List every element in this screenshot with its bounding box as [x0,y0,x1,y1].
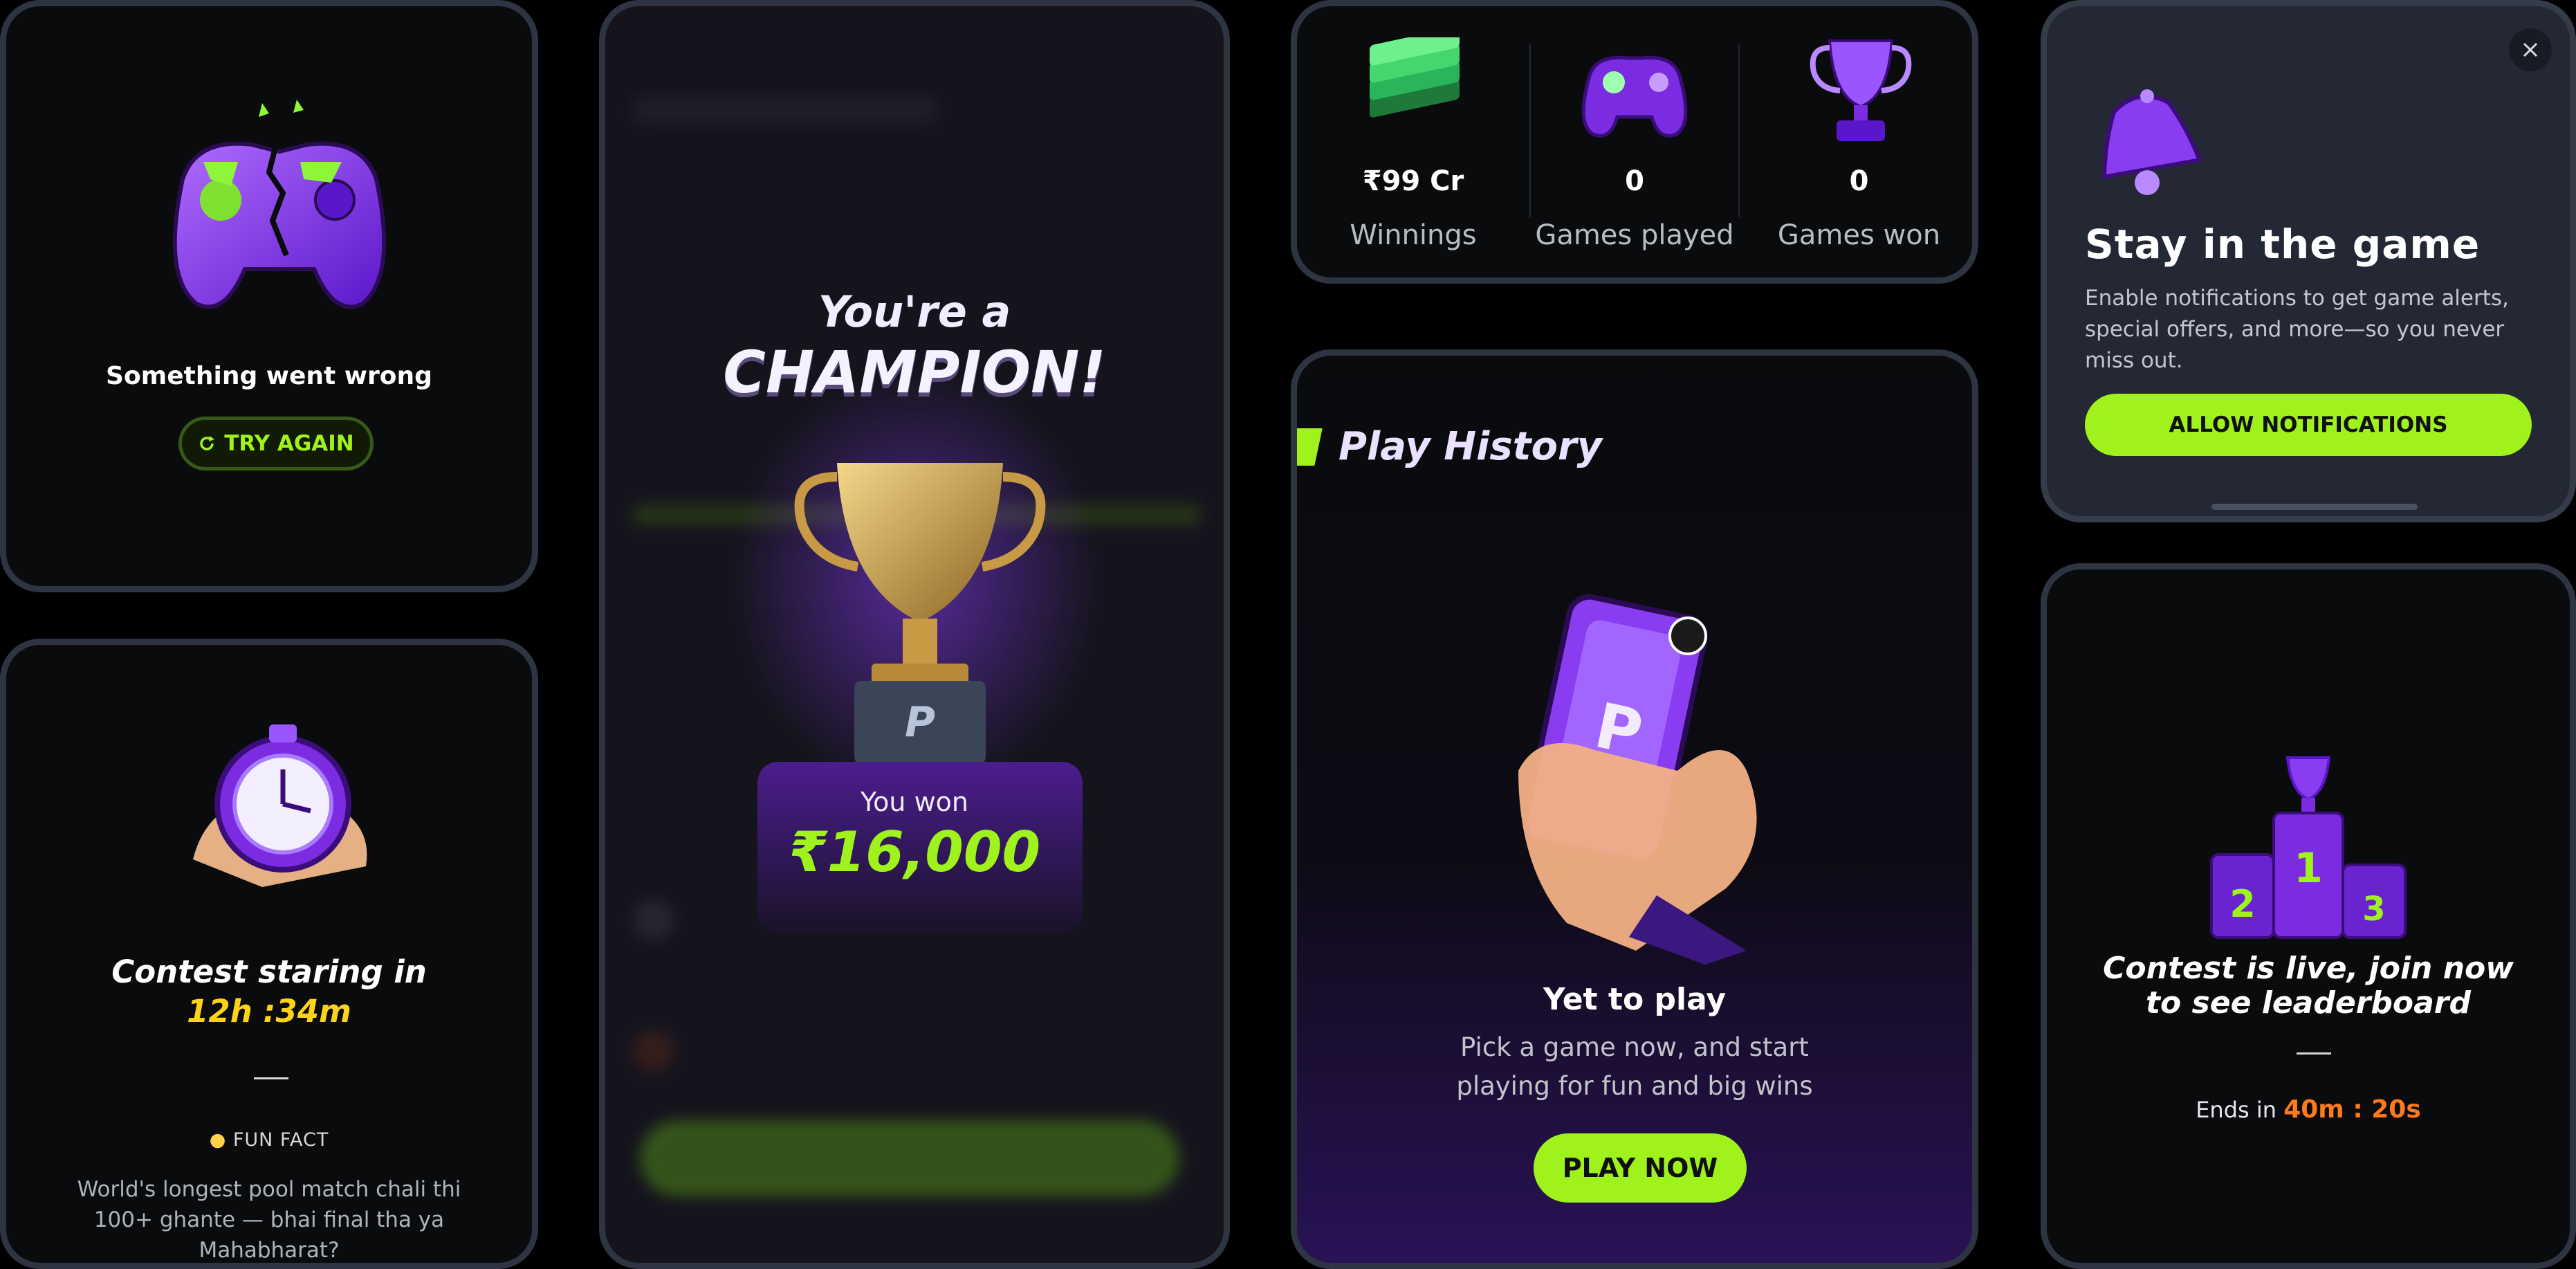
won-amount: ₹16,000 [788,820,1041,884]
play-history-card: Play History P Yet to play Pick a game n… [1291,349,1978,1269]
allow-notifications-button[interactable]: ALLOW NOTIFICATIONS [2085,394,2532,456]
fun-fact-heading: ● FUN FACT [6,1129,532,1151]
stat-winnings: ₹99 Cr Winnings [1297,6,1529,277]
stopwatch-icon [193,724,367,887]
svg-text:P: P [905,698,935,747]
sheet-handle[interactable] [2211,504,2418,510]
close-icon [2523,42,2538,57]
leaderboard-card: 2 1 3 Contest is live, join now to see l… [2041,563,2576,1269]
champion-card: You're a CHAMPION! P You won ₹16,000 [599,0,1230,1269]
divider [2297,1052,2331,1055]
stat-value: ₹99 Cr [1362,165,1464,197]
stat-value: 0 [1849,165,1869,197]
sheet-title: Stay in the game [2085,221,2481,268]
champion-line2: CHAMPION! [723,338,1106,406]
podium-first: 1 [2294,844,2323,893]
money-stack-icon [1370,37,1460,118]
trophy-icon [1810,39,1912,141]
phone-in-hand-icon: P [1518,594,1757,965]
leaderboard-title: Contest is live, join now to see leaderb… [2103,951,2514,1021]
sheet-desc: Enable notifications to get game alerts,… [2085,286,2509,373]
stat-games-won: 0 Games won [1740,6,1972,277]
refresh-icon [200,436,215,450]
notification-sheet: Stay in the game Enable notifications to… [2041,0,2576,522]
stat-label: Games played [1535,219,1734,251]
broken-gamepad-icon [172,100,387,309]
empty-state-title: Yet to play [1543,982,1727,1017]
stat-label: Games won [1777,219,1941,251]
trophy-icon: P [794,463,1046,764]
play-history-title: Play History [1338,424,1603,469]
ends-in-value: 40m : 20s [2283,1095,2421,1124]
try-again-label: TRY AGAIN [224,431,354,456]
stat-value: 0 [1625,165,1644,197]
try-again-button[interactable]: TRY AGAIN [178,417,374,471]
podium-third: 3 [2362,890,2385,929]
error-card: Something went wrong TRY AGAIN [0,0,538,592]
error-title: Something went wrong [106,362,432,390]
play-now-button[interactable]: PLAY NOW [1534,1133,1747,1203]
stat-games-played: 0 Games played [1531,6,1738,277]
stat-label: Winnings [1350,219,1477,251]
divider [254,1077,288,1079]
gamepad-icon [1581,55,1688,138]
contest-countdown-card: Contest staring in 12h :34m ● FUN FACT W… [0,639,538,1269]
podium-icon: 2 1 3 [2210,756,2407,939]
lightbulb-icon: ● [209,1129,227,1151]
countdown-value: 12h :34m [187,993,351,1030]
ends-in: Ends in 40m : 20s [2047,1095,2570,1124]
stats-card: ₹99 Cr Winnings 0 Games played 0 Games w… [1291,0,1978,284]
champion-line1: You're a [818,286,1011,337]
close-button[interactable] [2509,28,2552,71]
you-won-label: You won [861,787,968,817]
contest-title: Contest staring in [111,953,427,990]
fun-fact-text: World's longest pool match chali thi 100… [77,1177,461,1263]
section-marker [1297,428,1323,466]
podium-second: 2 [2229,882,2256,926]
fun-fact-label: FUN FACT [232,1129,329,1151]
bell-icon [2101,89,2203,195]
empty-state-desc: Pick a game now, and start playing for f… [1456,1032,1813,1101]
ends-in-label: Ends in [2196,1097,2277,1123]
